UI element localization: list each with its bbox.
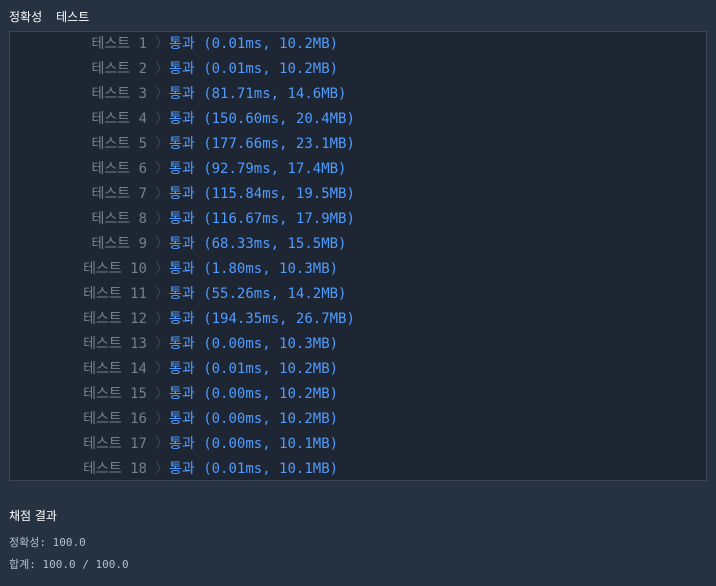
chevron-right-icon: 〉	[155, 286, 169, 302]
test-row: 테스트 15 〉 통과 (0.00ms, 10.2MB)	[10, 382, 706, 407]
chevron-right-icon: 〉	[155, 86, 169, 102]
test-result: 통과 (150.60ms, 20.4MB)	[169, 111, 355, 127]
test-row: 테스트 6 〉 통과 (92.79ms, 17.4MB)	[10, 157, 706, 182]
test-label: 테스트 10	[83, 261, 147, 277]
chevron-right-icon: 〉	[155, 161, 169, 177]
test-row: 테스트 2 〉 통과 (0.01ms, 10.2MB)	[10, 57, 706, 82]
chevron-right-icon: 〉	[155, 436, 169, 452]
test-label: 테스트 13	[83, 336, 147, 352]
test-result: 통과 (0.01ms, 10.2MB)	[169, 36, 339, 52]
test-result: 통과 (0.00ms, 10.2MB)	[169, 411, 339, 427]
chevron-right-icon: 〉	[155, 361, 169, 377]
test-label: 테스트 12	[83, 311, 147, 327]
test-label: 테스트 16	[83, 411, 147, 427]
accuracy-score: 정확성: 100.0	[9, 536, 86, 549]
test-row: 테스트 1 〉 통과 (0.01ms, 10.2MB)	[10, 32, 706, 57]
test-row: 테스트 7 〉 통과 (115.84ms, 19.5MB)	[10, 182, 706, 207]
test-label: 테스트 9	[91, 236, 148, 252]
chevron-right-icon: 〉	[155, 386, 169, 402]
test-label: 테스트 8	[91, 211, 148, 227]
test-result: 통과 (0.00ms, 10.1MB)	[169, 436, 339, 452]
test-row: 테스트 5 〉 통과 (177.66ms, 23.1MB)	[10, 132, 706, 157]
test-row: 테스트 13 〉 통과 (0.00ms, 10.3MB)	[10, 332, 706, 357]
test-row: 테스트 3 〉 통과 (81.71ms, 14.6MB)	[10, 82, 706, 107]
chevron-right-icon: 〉	[155, 186, 169, 202]
test-label: 테스트 18	[83, 461, 147, 477]
test-label: 테스트 11	[83, 286, 147, 302]
chevron-right-icon: 〉	[155, 261, 169, 277]
test-row: 테스트 12 〉 통과 (194.35ms, 26.7MB)	[10, 307, 706, 332]
grading-result-title: 채점 결과	[9, 509, 57, 523]
test-row: 테스트 9 〉 통과 (68.33ms, 15.5MB)	[10, 232, 706, 257]
test-result: 통과 (194.35ms, 26.7MB)	[169, 311, 355, 327]
total-score: 합계: 100.0 / 100.0	[9, 558, 129, 571]
test-results-panel: 테스트 1 〉 통과 (0.01ms, 10.2MB) 테스트 2 〉 통과 (0.01m…	[9, 31, 707, 481]
test-row: 테스트 4 〉 통과 (150.60ms, 20.4MB)	[10, 107, 706, 132]
test-label: 테스트 7	[91, 186, 148, 202]
test-result: 통과 (0.01ms, 10.2MB)	[169, 61, 339, 77]
result-header: 정확성 테스트	[9, 8, 103, 25]
chevron-right-icon: 〉	[155, 236, 169, 252]
test-result: 통과 (81.71ms, 14.6MB)	[169, 86, 347, 102]
chevron-right-icon: 〉	[155, 36, 169, 52]
chevron-right-icon: 〉	[155, 211, 169, 227]
chevron-right-icon: 〉	[155, 61, 169, 77]
test-label: 테스트 2	[91, 61, 148, 77]
chevron-right-icon: 〉	[155, 311, 169, 327]
test-result: 통과 (116.67ms, 17.9MB)	[169, 211, 355, 227]
test-label: 테스트 6	[91, 161, 148, 177]
test-result: 통과 (1.80ms, 10.3MB)	[169, 261, 339, 277]
test-result: 통과 (0.01ms, 10.2MB)	[169, 361, 339, 377]
test-row: 테스트 8 〉 통과 (116.67ms, 17.9MB)	[10, 207, 706, 232]
chevron-right-icon: 〉	[155, 136, 169, 152]
test-result: 통과 (0.00ms, 10.2MB)	[169, 386, 339, 402]
test-label: 테스트 4	[91, 111, 148, 127]
test-label: 테스트 15	[83, 386, 147, 402]
chevron-right-icon: 〉	[155, 461, 169, 477]
test-result: 통과 (92.79ms, 17.4MB)	[169, 161, 347, 177]
test-label: 테스트 3	[91, 86, 148, 102]
test-result: 통과 (55.26ms, 14.2MB)	[169, 286, 347, 302]
test-label: 테스트 17	[83, 436, 147, 452]
test-result: 통과 (0.01ms, 10.1MB)	[169, 461, 339, 477]
test-row: 테스트 11 〉 통과 (55.26ms, 14.2MB)	[10, 282, 706, 307]
test-result: 통과 (0.00ms, 10.3MB)	[169, 336, 339, 352]
header-accuracy: 정확성	[9, 10, 43, 24]
test-label: 테스트 5	[91, 136, 148, 152]
test-row: 테스트 17 〉 통과 (0.00ms, 10.1MB)	[10, 432, 706, 457]
chevron-right-icon: 〉	[155, 336, 169, 352]
header-test: 테스트	[56, 10, 90, 24]
test-row: 테스트 16 〉 통과 (0.00ms, 10.2MB)	[10, 407, 706, 432]
chevron-right-icon: 〉	[155, 111, 169, 127]
test-result: 통과 (115.84ms, 19.5MB)	[169, 186, 355, 202]
test-row: 테스트 18 〉 통과 (0.01ms, 10.1MB)	[10, 457, 706, 482]
test-result: 통과 (68.33ms, 15.5MB)	[169, 236, 347, 252]
test-label: 테스트 14	[83, 361, 147, 377]
test-row: 테스트 10 〉 통과 (1.80ms, 10.3MB)	[10, 257, 706, 282]
test-result: 통과 (177.66ms, 23.1MB)	[169, 136, 355, 152]
chevron-right-icon: 〉	[155, 411, 169, 427]
test-label: 테스트 1	[91, 36, 148, 52]
test-row: 테스트 14 〉 통과 (0.01ms, 10.2MB)	[10, 357, 706, 382]
